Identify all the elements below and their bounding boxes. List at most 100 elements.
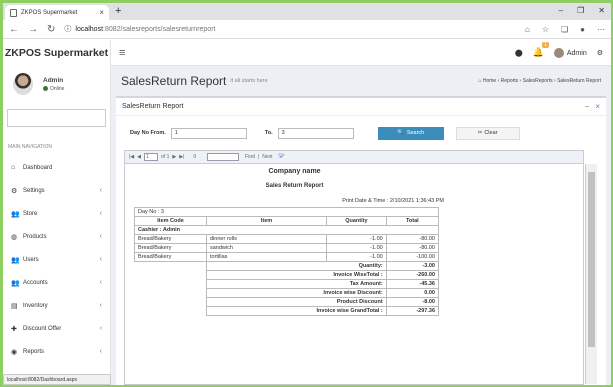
scroll-thumb[interactable] [588, 172, 595, 347]
last-page-icon[interactable]: ▶| [179, 154, 184, 160]
users-icon: 👥 [11, 210, 20, 218]
brand-logo[interactable]: ZKPOS Supermarket [3, 40, 111, 66]
next-page-icon[interactable]: ▶ [172, 154, 176, 160]
url-field[interactable]: ⓘ localhost:8082/salesreports/salesretur… [64, 24, 215, 34]
day-from-input[interactable]: 1 [170, 127, 247, 139]
sidebar-item-store[interactable]: 👥 Store ‹ [3, 202, 110, 225]
item-quantity: -1.00 [326, 234, 387, 244]
summary-value: 0.00 [385, 288, 440, 298]
sidebar-item-label: Products [23, 233, 47, 240]
browser-tab[interactable]: ZKPOS Supermarket × [5, 5, 109, 20]
window-controls: – ❐ ✕ [559, 6, 605, 15]
restore-button[interactable]: ❐ [577, 6, 584, 15]
new-tab-button[interactable]: + [115, 5, 121, 17]
home-icon: ⌂ [478, 78, 482, 84]
cashier-row: Cashier : Admin [134, 225, 439, 235]
search-button[interactable]: 🔍 Search [377, 126, 444, 140]
chevron-left-icon: ‹ [99, 279, 102, 286]
sidebar-item-products[interactable]: ◍ Products ‹ [3, 225, 110, 248]
summary-label: Invoice wise GrandTotal : [206, 306, 387, 316]
user-menu[interactable]: Admin [553, 47, 587, 58]
close-tab-icon[interactable]: × [99, 8, 104, 17]
summary-row: Invoice wise Discount: 0.00 [135, 288, 440, 298]
sidebar-item-inventory[interactable]: ▤ Inventory ‹ [3, 294, 110, 317]
page-total: of 1 [161, 154, 170, 160]
chevron-left-icon: ‹ [99, 187, 102, 194]
breadcrumb-home[interactable]: Home [483, 78, 496, 84]
item-total: -80.00 [385, 243, 440, 253]
notifications-button[interactable]: 🔔 1 [533, 42, 549, 58]
sidebar-item-label: Users [23, 256, 39, 263]
reload-icon[interactable]: ↻ [47, 24, 55, 35]
page-icon [10, 8, 17, 17]
sidebar-item-dashboard[interactable]: ⌂ Dashboard [3, 156, 110, 179]
summary-label: Quantity: [206, 261, 387, 271]
remove-icon[interactable]: × [595, 102, 600, 111]
chevron-left-icon: ‹ [99, 233, 102, 240]
prev-page-icon[interactable]: ◀ [137, 154, 141, 160]
first-page-icon[interactable]: |◀ [129, 154, 134, 160]
box-title: SalesReturn Report [122, 103, 184, 110]
sidebar-item-users[interactable]: 👥 Users ‹ [3, 248, 110, 271]
summary-label: Invoice WiseTotal : [206, 270, 387, 280]
nav-header: MAIN NAVIGATION [8, 144, 52, 150]
zoom-value[interactable]: 0 [193, 154, 196, 160]
status-bar-url: localhost:8082/Dashboard.aspx [3, 374, 111, 385]
bookmark-icon[interactable]: ☆ [542, 25, 549, 34]
company-name: Company name [268, 168, 321, 175]
find-link[interactable]: Find [245, 154, 255, 160]
summary-value: -3.00 [385, 261, 440, 271]
summary-row: Invoice wise GrandTotal : -297.36 [135, 306, 440, 316]
sidebar-item-settings[interactable]: ⚙ Settings ‹ [3, 179, 110, 202]
column-header: Item [206, 216, 327, 226]
sidebar-item-label: Reports [23, 348, 45, 355]
tab-bar: ZKPOS Supermarket × + – ❐ ✕ [3, 3, 611, 20]
day-number: Day No : 3 [134, 207, 439, 217]
minimize-button[interactable]: – [559, 6, 563, 15]
report-scrollbar[interactable] [585, 164, 597, 384]
user-name: Admin [43, 76, 64, 84]
breadcrumb-salesreports[interactable]: SalesReports [523, 78, 553, 84]
sidebar-item-label: Discount Offer [23, 325, 62, 332]
summary-row: Invoice WiseTotal : -260.00 [135, 270, 440, 280]
translate-icon[interactable]: ⌂ [525, 25, 530, 34]
summary-row: Quantity: -3.00 [135, 261, 440, 271]
clear-icon: ✂ [477, 130, 483, 136]
close-window-button[interactable]: ✕ [598, 6, 605, 15]
table-row: Bread/Bakery sandwich -1.00 -80.00 [134, 243, 440, 253]
day-to-input[interactable]: 3 [277, 127, 354, 139]
sidebar-item-accounts[interactable]: 👥 Accounts ‹ [3, 271, 110, 294]
more-icon[interactable]: ⋯ [597, 25, 605, 34]
next-link[interactable]: Next [262, 154, 272, 160]
sidebar-item-reports[interactable]: ◉ Reports ‹ [3, 340, 110, 363]
column-header: Total [385, 216, 440, 226]
report-box: SalesReturn Report − × Day No From. 1 To… [116, 96, 606, 385]
address-bar: ← → ↻ ⓘ localhost:8082/salesreports/sale… [3, 20, 611, 39]
back-icon[interactable]: ← [9, 24, 19, 35]
forward-icon[interactable]: → [28, 24, 38, 35]
notification-badge: 1 [542, 42, 549, 48]
profile-icon[interactable]: ● [580, 25, 585, 34]
alert-icon[interactable]: ⬤ [515, 49, 523, 57]
table-header: Item Code Item Quantity Total [134, 216, 440, 226]
users-icon: 👥 [11, 279, 20, 287]
summary-label: Tax Amount: [206, 279, 387, 289]
sidebar-item-discount-offer[interactable]: ✚ Discount Offer ‹ [3, 317, 110, 340]
collections-icon[interactable]: ❏ [561, 25, 568, 34]
column-header: Item Code [134, 216, 207, 226]
settings-gear-icon[interactable]: ⚙ [597, 49, 603, 57]
sidebar-search-input[interactable] [7, 109, 106, 127]
export-icon[interactable]: 🖫▾ [278, 153, 284, 161]
chevron-left-icon: ‹ [99, 348, 102, 355]
users-icon: 👥 [11, 256, 20, 264]
menu-toggle-icon[interactable]: ≡ [119, 47, 125, 59]
sidebar-item-label: Dashboard [23, 164, 53, 171]
find-input[interactable] [207, 153, 240, 161]
clear-button[interactable]: ✂ Clear [455, 126, 520, 140]
breadcrumb-reports[interactable]: Reports [501, 78, 519, 84]
to-label: To. [264, 130, 273, 136]
sidebar-item-label: Store [23, 210, 38, 217]
page-number-input[interactable]: 1 [144, 153, 159, 161]
chevron-left-icon: ‹ [99, 325, 102, 332]
collapse-icon[interactable]: − [585, 102, 590, 111]
